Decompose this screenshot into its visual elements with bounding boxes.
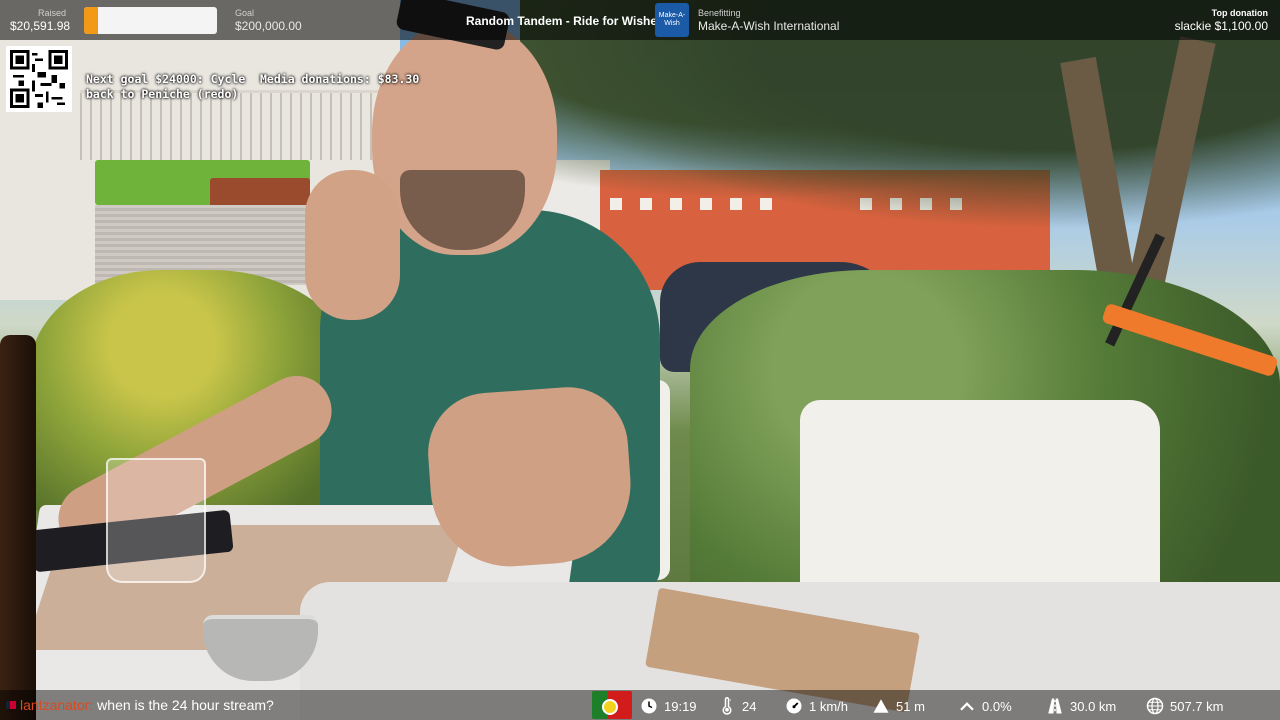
mountain-icon [873, 699, 889, 713]
drinking-glass [106, 458, 206, 583]
total-distance-value: 507.7 km [1170, 698, 1224, 714]
raised-amount: $20,591.98 [10, 19, 71, 33]
globe-icon [1146, 697, 1164, 715]
benefitting-label: Benefitting [698, 8, 741, 18]
altitude-value: 51 m [896, 698, 925, 714]
donation-progress-fill [84, 7, 98, 34]
top-donation-value: slackie $1,100.00 [1174, 19, 1268, 33]
goal-label: Goal [235, 8, 255, 18]
chat-country-badge-icon [6, 701, 16, 709]
time-stat: 19:19 [640, 697, 697, 715]
chat-message-text: when is the 24 hour stream? [97, 697, 274, 713]
speedometer-icon [786, 698, 802, 714]
total-distance-stat: 507.7 km [1146, 697, 1223, 715]
person-hand [305, 170, 400, 320]
chat-username: lantzanator: [20, 697, 94, 713]
grade-value: 0.0% [982, 698, 1012, 714]
distance-value: 30.0 km [1070, 698, 1117, 714]
top-donation-label: Top donation [1211, 8, 1268, 18]
next-goal-text: Next goal $24000: Cycle back to Peniche … [86, 72, 246, 101]
speed-value: 1 km/h [809, 698, 849, 714]
media-donations-text: Media donations: $83.30 [260, 72, 420, 86]
temperature-stat: ° 24 [718, 697, 756, 715]
benefitting-charity: Make-A-Wish International [698, 19, 840, 33]
portugal-flag-icon [592, 691, 632, 719]
chat-message: lantzanator: when is the 24 hour stream? [6, 697, 274, 713]
distance-stat: 30.0 km [1046, 697, 1116, 715]
stream-title: Random Tandem - Ride for Wishes [466, 14, 664, 28]
make-a-wish-logo: Make-A-Wish [655, 3, 689, 37]
incline-icon [960, 702, 974, 711]
goal-amount: $200,000.00 [235, 19, 302, 33]
clock-icon [641, 698, 657, 714]
bottle [0, 335, 36, 720]
road-icon [1048, 698, 1062, 714]
donation-progress-bar [84, 7, 217, 34]
make-a-wish-logo-text: Make-A-Wish [658, 12, 686, 27]
svg-text:°: ° [729, 699, 731, 705]
raised-label: Raised [38, 8, 67, 18]
temperature-value: 24 [742, 698, 757, 714]
stream-video-background [0, 0, 1280, 720]
altitude-stat: 51 m [872, 697, 925, 715]
thermometer-icon: ° [722, 697, 732, 715]
donation-topbar: Raised $20,591.98 Goal $200,000.00 Rando… [0, 0, 1280, 40]
grade-stat: 0.0% [958, 697, 1012, 715]
time-value: 19:19 [664, 698, 697, 714]
speed-stat: 1 km/h [785, 697, 848, 715]
qr-code-icon[interactable] [6, 46, 72, 112]
